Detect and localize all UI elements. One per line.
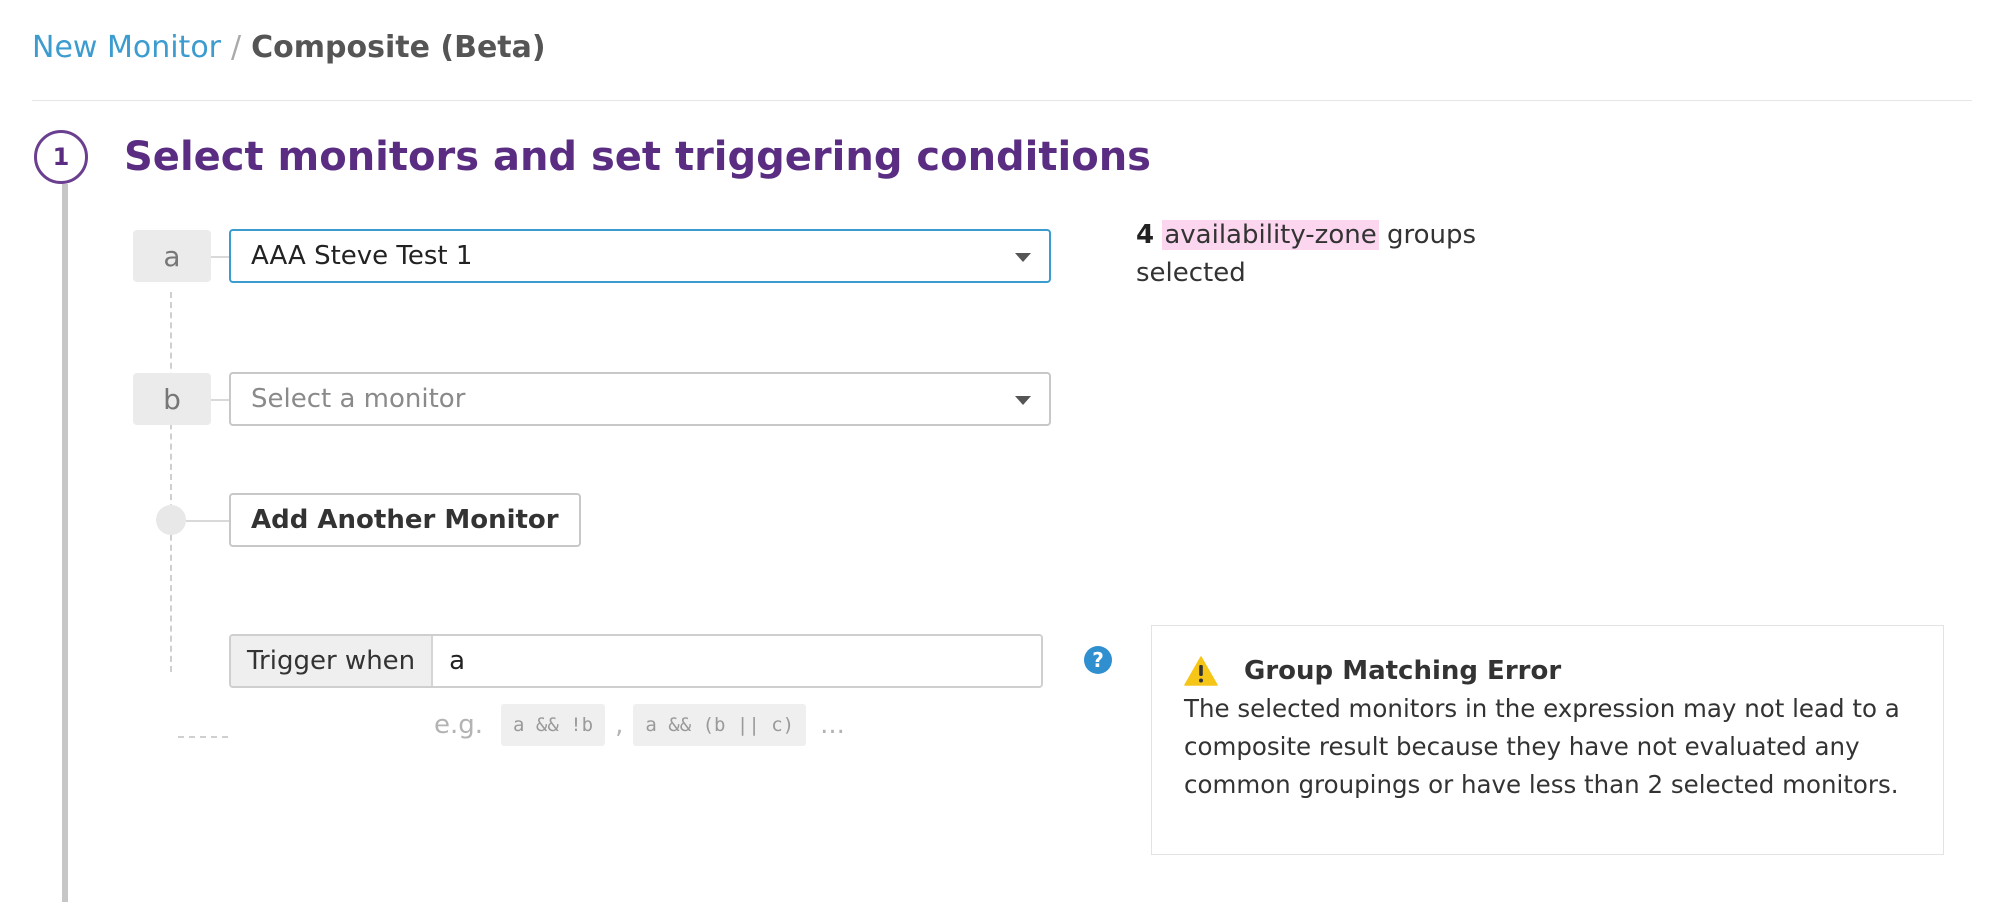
examples-ellipsis: ... [820, 710, 845, 740]
trigger-expression-input[interactable] [433, 636, 1041, 686]
trigger-expression-group: Trigger when [229, 634, 1043, 688]
connector-end-dash [178, 736, 228, 738]
example-code-1: a && !b [501, 704, 606, 746]
breadcrumb-separator: / [231, 30, 242, 65]
examples-prefix: e.g. [434, 710, 484, 740]
connector-tick-a [211, 256, 229, 258]
breadcrumb: New Monitor / Composite (Beta) [32, 26, 546, 70]
error-message: The selected monitors in the expression … [1184, 694, 1900, 799]
connector-tick-add [186, 520, 229, 522]
groups-selected-info: 4 availability-zone groups selected [1136, 216, 1496, 292]
example-code-2: a && (b || c) [633, 704, 807, 746]
monitor-letter-b: b [133, 373, 211, 425]
monitor-b-select[interactable]: Select a monitor [229, 372, 1051, 426]
monitor-a-select[interactable]: AAA Steve Test 1 [229, 229, 1051, 283]
groups-count: 4 [1136, 220, 1155, 250]
connector-tick-b [211, 399, 229, 401]
monitor-a-value: AAA Steve Test 1 [251, 241, 473, 271]
trigger-when-label: Trigger when [231, 636, 434, 686]
expression-examples: e.g. a && !b , a && (b || c) ... [434, 704, 845, 746]
monitor-letter-a: a [133, 230, 211, 282]
group-matching-error-box: Group Matching Error The selected monito… [1151, 625, 1944, 855]
breadcrumb-current: Composite (Beta) [251, 30, 546, 65]
step-number-badge: 1 [34, 130, 88, 184]
warning-icon [1184, 656, 1218, 686]
header-divider [32, 100, 1972, 101]
chevron-down-icon [1015, 396, 1031, 405]
error-title: Group Matching Error [1244, 656, 1562, 686]
monitor-connector-line [170, 292, 172, 672]
add-monitor-dot [156, 505, 186, 535]
step-timeline-line [62, 184, 68, 902]
group-tag: availability-zone [1162, 220, 1379, 250]
monitor-b-placeholder: Select a monitor [251, 384, 466, 414]
add-another-monitor-button[interactable]: Add Another Monitor [229, 493, 581, 547]
chevron-down-icon [1015, 253, 1031, 262]
question-icon[interactable]: ? [1084, 646, 1112, 674]
examples-separator: , [615, 710, 624, 740]
breadcrumb-new-monitor-link[interactable]: New Monitor [32, 30, 221, 65]
step-title: Select monitors and set triggering condi… [124, 134, 1151, 180]
